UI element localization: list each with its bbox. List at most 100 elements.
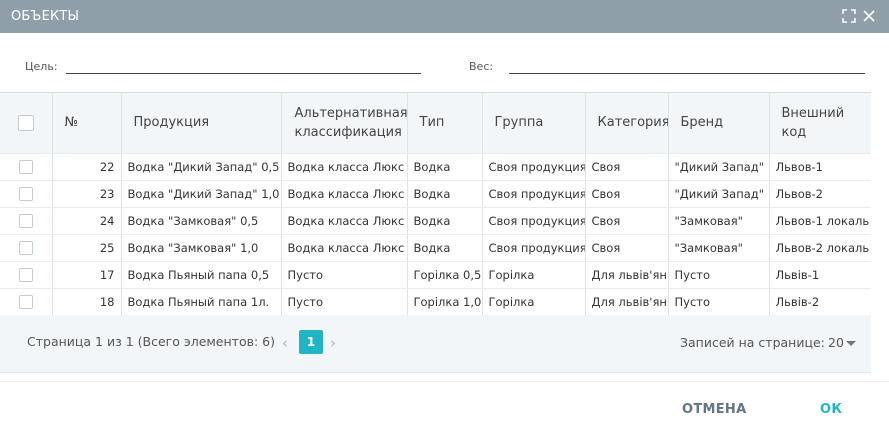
ok-button[interactable]: ОК bbox=[820, 402, 842, 417]
cell-type: Водка bbox=[407, 234, 483, 262]
goal-input[interactable] bbox=[66, 55, 420, 73]
cell-number: 24 bbox=[52, 207, 122, 235]
goal-label: Цель: bbox=[25, 60, 58, 73]
cell-number: 23 bbox=[52, 180, 122, 208]
table-row[interactable]: 18 Водка Пьяный папа 1л. Пусто Горілка 1… bbox=[0, 288, 871, 315]
cell-product: Водка "Замковая" 1,0 bbox=[121, 234, 282, 262]
maximize-icon[interactable] bbox=[841, 8, 857, 24]
cell-product: Водка "Замковая" 0,5 bbox=[121, 207, 282, 235]
cell-alt-classification: Водка класса Люкс bbox=[281, 153, 408, 181]
table-row[interactable]: 22 Водка "Дикий Запад" 0,5 Водка класса … bbox=[0, 153, 871, 181]
row-checkbox[interactable] bbox=[18, 294, 33, 309]
cell-group: Своя продукция bbox=[482, 207, 586, 235]
cell-type: Горілка 1,0 bbox=[407, 288, 483, 315]
table-header-row: № Продукция Альтернативная классификация… bbox=[0, 93, 871, 154]
pager-info: Страница 1 из 1 (Всего элементов: 6) bbox=[27, 334, 275, 349]
cell-group: Горілка bbox=[482, 288, 586, 315]
prev-page-chevron-left-icon[interactable]: ‹ bbox=[282, 334, 288, 352]
cell-group: Своя продукция bbox=[482, 153, 586, 181]
row-checkbox[interactable] bbox=[18, 213, 33, 228]
table-row[interactable]: 23 Водка "Дикий Запад" 1,0 Водка класса … bbox=[0, 180, 871, 208]
row-select-cell bbox=[0, 207, 53, 235]
cell-alt-classification: Водка класса Люкс bbox=[281, 180, 408, 208]
cell-type: Водка bbox=[407, 180, 483, 208]
row-select-cell bbox=[0, 234, 53, 262]
cell-brand: "Замковая" bbox=[668, 207, 770, 235]
cell-product: Водка Пьяный папа 0,5 bbox=[121, 261, 282, 289]
goal-input-underline bbox=[66, 73, 421, 74]
cell-category: Для львів'ян bbox=[585, 288, 669, 315]
cell-external-code: Львов-2 локаль bbox=[769, 234, 871, 262]
objects-grid: № Продукция Альтернативная классификация… bbox=[0, 92, 871, 315]
table-row[interactable]: 25 Водка "Замковая" 1,0 Водка класса Люк… bbox=[0, 234, 871, 262]
cell-brand: "Дикий Запад" bbox=[668, 180, 770, 208]
cell-product: Водка Пьяный папа 1л. bbox=[121, 288, 282, 315]
cell-external-code: Львов-1 локаль bbox=[769, 207, 871, 235]
cell-external-code: Львів-2 bbox=[769, 288, 871, 315]
column-header-type[interactable]: Тип bbox=[407, 93, 483, 154]
table-row[interactable]: 17 Водка Пьяный папа 0,5 Пусто Горілка 0… bbox=[0, 261, 871, 289]
row-checkbox[interactable] bbox=[18, 240, 33, 255]
cell-external-code: Львов-1 bbox=[769, 153, 871, 181]
row-select-cell bbox=[0, 153, 53, 181]
column-header-external-code[interactable]: Внешний код bbox=[769, 93, 871, 154]
column-header-number[interactable]: № bbox=[52, 93, 122, 154]
column-header-product[interactable]: Продукция bbox=[121, 93, 282, 154]
cancel-button[interactable]: ОТМЕНА bbox=[682, 402, 746, 417]
filters-panel: Цель: Вес: bbox=[0, 33, 889, 93]
cell-external-code: Львів-1 bbox=[769, 261, 871, 289]
cell-alt-classification: Водка класса Люкс bbox=[281, 234, 408, 262]
cell-number: 25 bbox=[52, 234, 122, 262]
per-page-select[interactable]: 20 bbox=[828, 335, 844, 350]
weight-input[interactable] bbox=[509, 55, 864, 73]
cell-category: Своя bbox=[585, 234, 669, 262]
table-row[interactable]: 24 Водка "Замковая" 0,5 Водка класса Люк… bbox=[0, 207, 871, 235]
dialog-footer: ОТМЕНА ОК bbox=[0, 381, 889, 438]
row-select-cell bbox=[0, 288, 53, 315]
cell-category: Своя bbox=[585, 207, 669, 235]
cell-type: Горілка 0,5 bbox=[407, 261, 483, 289]
column-header-brand[interactable]: Бренд bbox=[668, 93, 770, 154]
cell-alt-classification: Водка класса Люкс bbox=[281, 207, 408, 235]
cell-type: Водка bbox=[407, 207, 483, 235]
row-checkbox[interactable] bbox=[18, 186, 33, 201]
cell-external-code: Львов-2 bbox=[769, 180, 871, 208]
column-header-alt-classification[interactable]: Альтернативная классификация bbox=[281, 93, 408, 154]
cell-alt-classification: Пусто bbox=[281, 288, 408, 315]
cell-brand: "Замковая" bbox=[668, 234, 770, 262]
cell-group: Своя продукция bbox=[482, 234, 586, 262]
row-select-cell bbox=[0, 180, 53, 208]
next-page-chevron-right-icon[interactable]: › bbox=[330, 334, 336, 352]
cell-category: Своя bbox=[585, 180, 669, 208]
per-page-label: Записей на странице: bbox=[680, 335, 825, 350]
close-icon[interactable] bbox=[861, 8, 877, 24]
cell-product: Водка "Дикий Запад" 1,0 bbox=[121, 180, 282, 208]
weight-input-underline bbox=[509, 73, 865, 74]
select-all-cell bbox=[0, 93, 53, 154]
column-header-group[interactable]: Группа bbox=[482, 93, 586, 154]
column-header-category[interactable]: Категория bbox=[585, 93, 669, 154]
cell-brand: "Дикий Запад" bbox=[668, 153, 770, 181]
cell-number: 17 bbox=[52, 261, 122, 289]
caret-down-icon[interactable] bbox=[846, 341, 856, 346]
select-all-checkbox[interactable] bbox=[17, 114, 34, 131]
cell-number: 22 bbox=[52, 153, 122, 181]
cell-brand: Пусто bbox=[668, 288, 770, 315]
cell-alt-classification: Пусто bbox=[281, 261, 408, 289]
cell-group: Горілка bbox=[482, 261, 586, 289]
row-checkbox[interactable] bbox=[18, 159, 33, 174]
pager: Страница 1 из 1 (Всего элементов: 6) ‹ 1… bbox=[0, 315, 871, 373]
window-title: ОБЪЕКТЫ bbox=[11, 9, 80, 24]
cell-category: Для львів'ян bbox=[585, 261, 669, 289]
row-checkbox[interactable] bbox=[18, 267, 33, 282]
cell-brand: Пусто bbox=[668, 261, 770, 289]
row-select-cell bbox=[0, 261, 53, 289]
cell-type: Водка bbox=[407, 153, 483, 181]
cell-number: 18 bbox=[52, 288, 122, 315]
objects-table: № Продукция Альтернативная классификация… bbox=[0, 93, 871, 315]
weight-label: Вес: bbox=[469, 60, 494, 73]
title-bar: ОБЪЕКТЫ bbox=[0, 0, 889, 33]
cell-category: Своя bbox=[585, 153, 669, 181]
cell-group: Своя продукция bbox=[482, 180, 586, 208]
page-button-current[interactable]: 1 bbox=[299, 330, 323, 354]
